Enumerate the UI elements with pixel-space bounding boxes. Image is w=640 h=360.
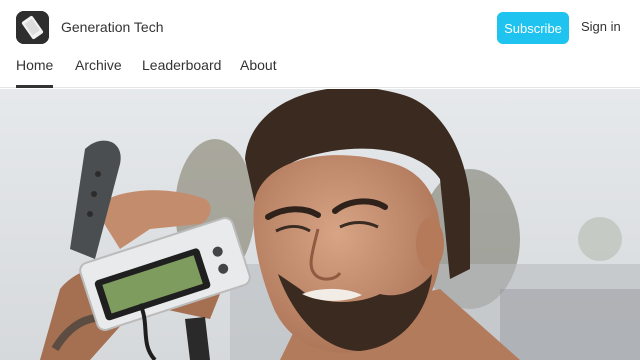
publication-logo-icon[interactable]	[16, 11, 49, 44]
tab-home[interactable]: Home	[16, 57, 54, 88]
publication-name[interactable]: Generation Tech	[61, 19, 163, 35]
site-header: Generation Tech Subscribe Sign in Home A…	[0, 0, 640, 88]
tab-leaderboard[interactable]: Leaderboard	[142, 57, 221, 73]
tab-about[interactable]: About	[240, 57, 277, 73]
tab-archive[interactable]: Archive	[75, 57, 122, 73]
subscribe-button[interactable]: Subscribe	[497, 12, 569, 44]
hero-image[interactable]	[0, 89, 640, 360]
sign-in-link[interactable]: Sign in	[581, 19, 621, 34]
nav-tabs: Home Archive Leaderboard About	[0, 50, 640, 88]
